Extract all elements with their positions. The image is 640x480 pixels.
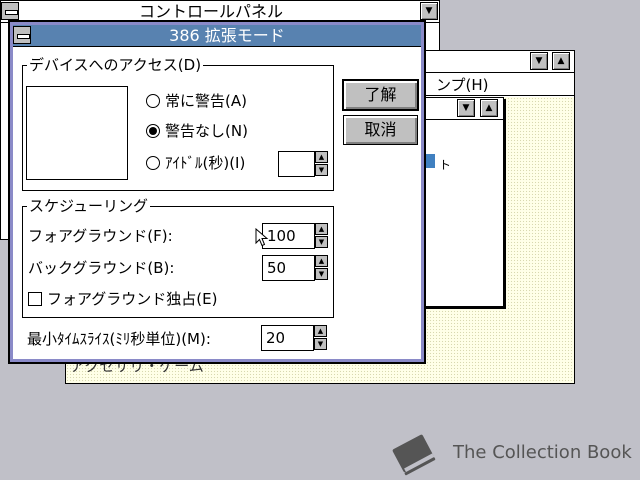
background-label: バックグラウンド(B): (28, 259, 175, 277)
group-minimize-icon[interactable]: ▼ (457, 99, 475, 117)
background-input[interactable]: 50 (262, 255, 315, 281)
foreground-label: フォアグラウンド(F): (28, 227, 173, 245)
watermark-text: The Collection Book (453, 442, 632, 463)
back-window-minimize-icon[interactable]: ▼ (530, 52, 548, 70)
background-up-icon[interactable]: ▲ (315, 255, 328, 267)
foreground-input[interactable]: 100 (262, 223, 315, 249)
timeslice-up-icon[interactable]: ▲ (314, 325, 327, 337)
foreground-spinner[interactable]: 100 ▲ ▼ (262, 223, 330, 249)
dialog-system-menu-icon[interactable] (13, 26, 31, 44)
idle-down-icon[interactable]: ▼ (315, 164, 328, 176)
never-warn-radio[interactable] (146, 124, 160, 138)
book-icon (392, 434, 436, 476)
device-access-legend: デバイスへのアクセス(D) (27, 56, 204, 74)
ok-button[interactable]: 了解 (342, 79, 419, 111)
idle-radio[interactable] (146, 156, 160, 170)
timeslice-spinner[interactable]: 20 ▲ ▼ (261, 325, 329, 351)
timeslice-down-icon[interactable]: ▼ (314, 338, 327, 350)
enhanced-dialog: 386 拡張モード デバイスへのアクセス(D) 常に警告(A) 警告なし(N) … (8, 20, 426, 364)
idle-seconds-spinner[interactable]: ▲ ▼ (278, 151, 330, 177)
idle-label[interactable]: ｱｲﾄﾞﾙ(秒)(I) (165, 154, 245, 172)
group-item-label: ト (439, 158, 452, 172)
never-warn-label[interactable]: 警告なし(N) (165, 122, 248, 140)
exclusive-checkbox[interactable] (28, 292, 42, 306)
menu-help[interactable]: ンプ(H) (436, 76, 489, 94)
background-down-icon[interactable]: ▼ (315, 268, 328, 280)
mouse-cursor-icon (255, 228, 269, 247)
cancel-button[interactable]: 取消 (343, 115, 418, 145)
group-item-icon[interactable] (425, 154, 435, 168)
scheduling-legend: スケジューリング (27, 197, 150, 215)
exclusive-label[interactable]: フォアグラウンド独占(E) (47, 290, 217, 308)
background-spinner[interactable]: 50 ▲ ▼ (262, 255, 330, 281)
scheduling-group: スケジューリング フォアグラウンド(F): 100 ▲ ▼ バックグラウンド(B… (22, 197, 334, 318)
back-window-maximize-icon[interactable]: ▲ (552, 52, 570, 70)
dialog-titlebar[interactable]: 386 拡張モード (13, 25, 421, 47)
foreground-down-icon[interactable]: ▼ (315, 236, 328, 248)
control-panel-title: コントロールパネル (138, 2, 283, 21)
control-panel-minimize-icon[interactable]: ▼ (420, 2, 438, 20)
always-warn-radio[interactable] (146, 94, 160, 108)
foreground-up-icon[interactable]: ▲ (315, 223, 328, 235)
always-warn-label[interactable]: 常に警告(A) (165, 92, 247, 110)
idle-seconds-input[interactable] (278, 151, 315, 177)
timeslice-input[interactable]: 20 (261, 325, 314, 351)
device-preview-box (26, 86, 128, 180)
group-maximize-icon[interactable]: ▲ (480, 99, 498, 117)
dialog-title: 386 拡張モード (169, 26, 285, 45)
timeslice-label: 最小ﾀｲﾑｽﾗｲｽ(ﾐﾘ秒単位)(M): (27, 330, 211, 348)
idle-up-icon[interactable]: ▲ (315, 151, 328, 163)
device-access-group: デバイスへのアクセス(D) 常に警告(A) 警告なし(N) ｱｲﾄﾞﾙ(秒)(I… (22, 56, 334, 191)
